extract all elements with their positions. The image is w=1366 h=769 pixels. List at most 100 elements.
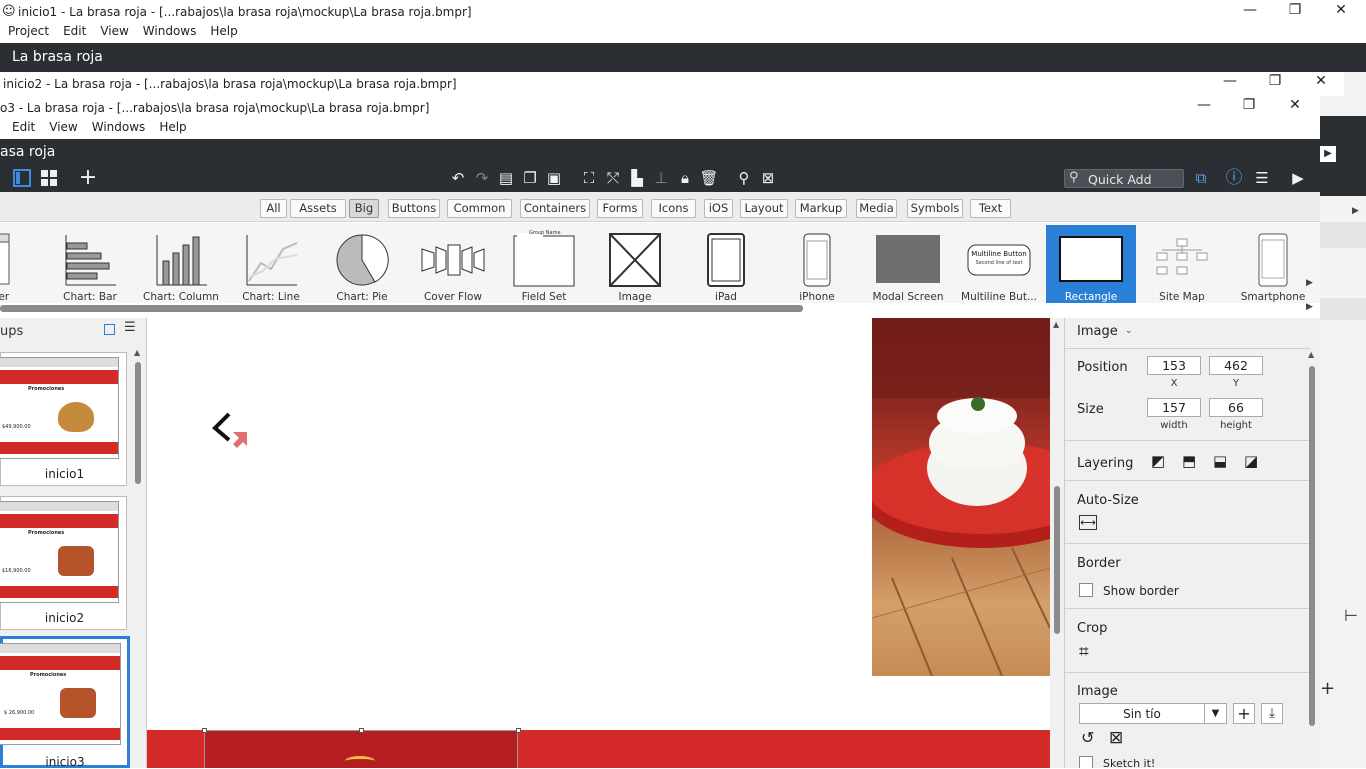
position-x-input[interactable]: 153 <box>1147 356 1201 375</box>
add-image-icon[interactable]: + <box>1233 703 1255 724</box>
ui-library-icon[interactable]: ⧉ <box>1190 165 1212 191</box>
component-chart-column[interactable]: Chart: Column <box>136 225 226 303</box>
clear-search-icon[interactable]: ⊠ <box>757 165 779 191</box>
component-site-map[interactable]: Site Map <box>1137 225 1227 303</box>
w3-menu-view[interactable]: View <box>42 120 84 134</box>
send-to-back-icon[interactable]: ◪ <box>1244 452 1258 470</box>
component-ipad[interactable]: iPad <box>681 225 771 303</box>
position-y-input[interactable]: 462 <box>1209 356 1263 375</box>
mockup-thumbnail-inicio1[interactable]: Promociones $49,900.00 inicio1 <box>0 352 127 486</box>
filter-media[interactable]: Media <box>856 199 897 218</box>
window3-close-button[interactable]: ✕ <box>1275 97 1315 113</box>
rice-photo-image[interactable] <box>872 318 1050 676</box>
filter-text[interactable]: Text <box>970 199 1011 218</box>
crop-icon[interactable]: ⌗ <box>1079 642 1089 662</box>
component-chart-bar[interactable]: Chart: Bar <box>45 225 135 303</box>
bring-forward-icon[interactable]: ⬒ <box>1182 452 1196 470</box>
window1-edge-plus-icon[interactable]: + <box>1320 678 1335 699</box>
reset-image-icon[interactable]: ↺ <box>1081 728 1094 747</box>
trash-icon[interactable]: 🗑︎ <box>698 165 720 191</box>
inspector-header-chevron-icon[interactable]: ⌄ <box>1125 326 1133 336</box>
component-multiline-but[interactable]: Multiline Button Second line of text Multi… <box>954 225 1044 303</box>
inspector-scroll-up-icon[interactable]: ▲ <box>1308 350 1314 359</box>
filter-icons[interactable]: Icons <box>651 199 696 218</box>
filter-ios[interactable]: iOS <box>704 199 733 218</box>
back-arrow-icon[interactable] <box>207 406 257 456</box>
w3-menu-windows[interactable]: Windows <box>85 120 153 134</box>
filter-markup[interactable]: Markup <box>795 199 847 218</box>
align-icon[interactable]: ⊥ <box>650 165 672 191</box>
window2-close-button[interactable]: ✕ <box>1301 73 1341 89</box>
component-chart-line[interactable]: Chart: Line <box>226 225 316 303</box>
filter-buttons[interactable]: Buttons <box>388 199 440 218</box>
selection-handle[interactable] <box>516 728 521 733</box>
thumbnail-view-icon[interactable] <box>104 324 115 335</box>
cut-icon[interactable]: ▤ <box>495 165 517 191</box>
canvas-area[interactable] <box>147 318 1050 768</box>
strip-scrollbar[interactable] <box>0 305 803 312</box>
download-image-icon[interactable]: ⤓ <box>1261 703 1283 724</box>
filter-containers[interactable]: Containers <box>520 199 590 218</box>
filter-layout[interactable]: Layout <box>740 199 788 218</box>
component-smartphone[interactable]: Smartphone <box>1228 225 1318 303</box>
mockup-thumbnail-inicio2[interactable]: Promociones $16,900.00 inicio2 <box>0 496 127 630</box>
mockups-scrollbar[interactable] <box>135 362 141 484</box>
presentation-icon[interactable]: ▶ <box>1287 165 1309 191</box>
inspector-scrollbar-thumb[interactable] <box>1309 366 1315 726</box>
strip-scroll-right-icon[interactable]: ▶ <box>1306 302 1313 312</box>
undo-icon[interactable]: ↶ <box>447 165 469 191</box>
show-border-checkbox[interactable] <box>1079 583 1093 597</box>
canvas-scrollbar-thumb[interactable] <box>1054 486 1060 634</box>
autosize-width-icon[interactable]: ⟷ <box>1079 515 1097 530</box>
window2-restore-button[interactable]: ❐ <box>1255 73 1295 89</box>
window3-titlebar[interactable]: o3 - La brasa roja - [...rabajos\la bras… <box>0 96 1320 118</box>
add-mockup-icon[interactable]: + <box>77 165 99 191</box>
menu-project[interactable]: Project <box>1 24 56 38</box>
component-field-set[interactable]: Group Name Field Set <box>499 225 589 303</box>
component-vser[interactable]: vser <box>0 225 43 303</box>
bring-to-front-icon[interactable]: ◩ <box>1151 452 1165 470</box>
single-pane-view-icon[interactable] <box>11 165 33 195</box>
grid-view-icon[interactable] <box>38 165 60 195</box>
info-icon[interactable]: ⓘ <box>1223 165 1245 191</box>
filter-assets[interactable]: Assets <box>290 199 346 218</box>
window1-close-button[interactable]: ✕ <box>1321 2 1361 18</box>
filter-common[interactable]: Common <box>447 199 512 218</box>
filter-symbols[interactable]: Symbols <box>907 199 963 218</box>
window3-minimize-button[interactable]: — <box>1184 97 1224 113</box>
window1-play-icon[interactable]: ▶ <box>1320 146 1336 162</box>
menu-help[interactable]: Help <box>203 24 244 38</box>
lock-icon[interactable]: 🔒︎ <box>674 165 696 191</box>
redo-icon[interactable]: ↷ <box>471 165 493 191</box>
remove-image-icon[interactable]: ⊠ <box>1109 728 1123 748</box>
paste-icon[interactable]: ▣ <box>543 165 565 191</box>
window3-restore-button[interactable]: ❐ <box>1229 97 1269 113</box>
filter-big[interactable]: Big <box>349 199 379 218</box>
send-backward-icon[interactable]: ⬓ <box>1213 452 1227 470</box>
selection-handle[interactable] <box>359 728 364 733</box>
list-view-icon[interactable]: ☰ <box>124 320 136 335</box>
copy-icon[interactable]: ❐ <box>519 165 541 191</box>
window1-restore-button[interactable]: ❐ <box>1275 2 1315 18</box>
component-chart-pie[interactable]: Chart: Pie <box>317 225 407 303</box>
filter-forms[interactable]: Forms <box>597 199 643 218</box>
group-icon[interactable]: ⛶ <box>578 165 600 191</box>
component-rectangle[interactable]: Rectangle <box>1046 225 1136 303</box>
image-source-select[interactable]: Sin tío ▼ <box>1079 703 1227 724</box>
menu-view[interactable]: View <box>93 24 135 38</box>
notes-icon[interactable]: ☰ <box>1251 165 1273 191</box>
component-modal-screen[interactable]: Modal Screen <box>863 225 953 303</box>
quick-add-box[interactable]: ⚲ Quick Add <box>1064 169 1184 188</box>
bring-front-icon[interactable]: ▙ <box>626 165 648 191</box>
inspector-header[interactable]: Image <box>1077 324 1118 339</box>
window1-minimize-button[interactable]: — <box>1230 2 1270 18</box>
window2-minimize-button[interactable]: — <box>1210 73 1250 89</box>
sketch-it-checkbox[interactable] <box>1079 756 1093 768</box>
menu-edit[interactable]: Edit <box>56 24 93 38</box>
find-icon[interactable]: ⚲ <box>733 165 755 191</box>
filter-all[interactable]: All <box>260 199 287 218</box>
component-iphone[interactable]: iPhone <box>772 225 862 303</box>
window1-scroll-arrow-icon[interactable]: ▶ <box>1352 206 1359 216</box>
mockup-thumbnail-inicio3[interactable]: Promociones $ 26,900.00 inicio3 <box>0 636 130 769</box>
ungroup-icon[interactable]: ⤲ <box>602 165 624 191</box>
